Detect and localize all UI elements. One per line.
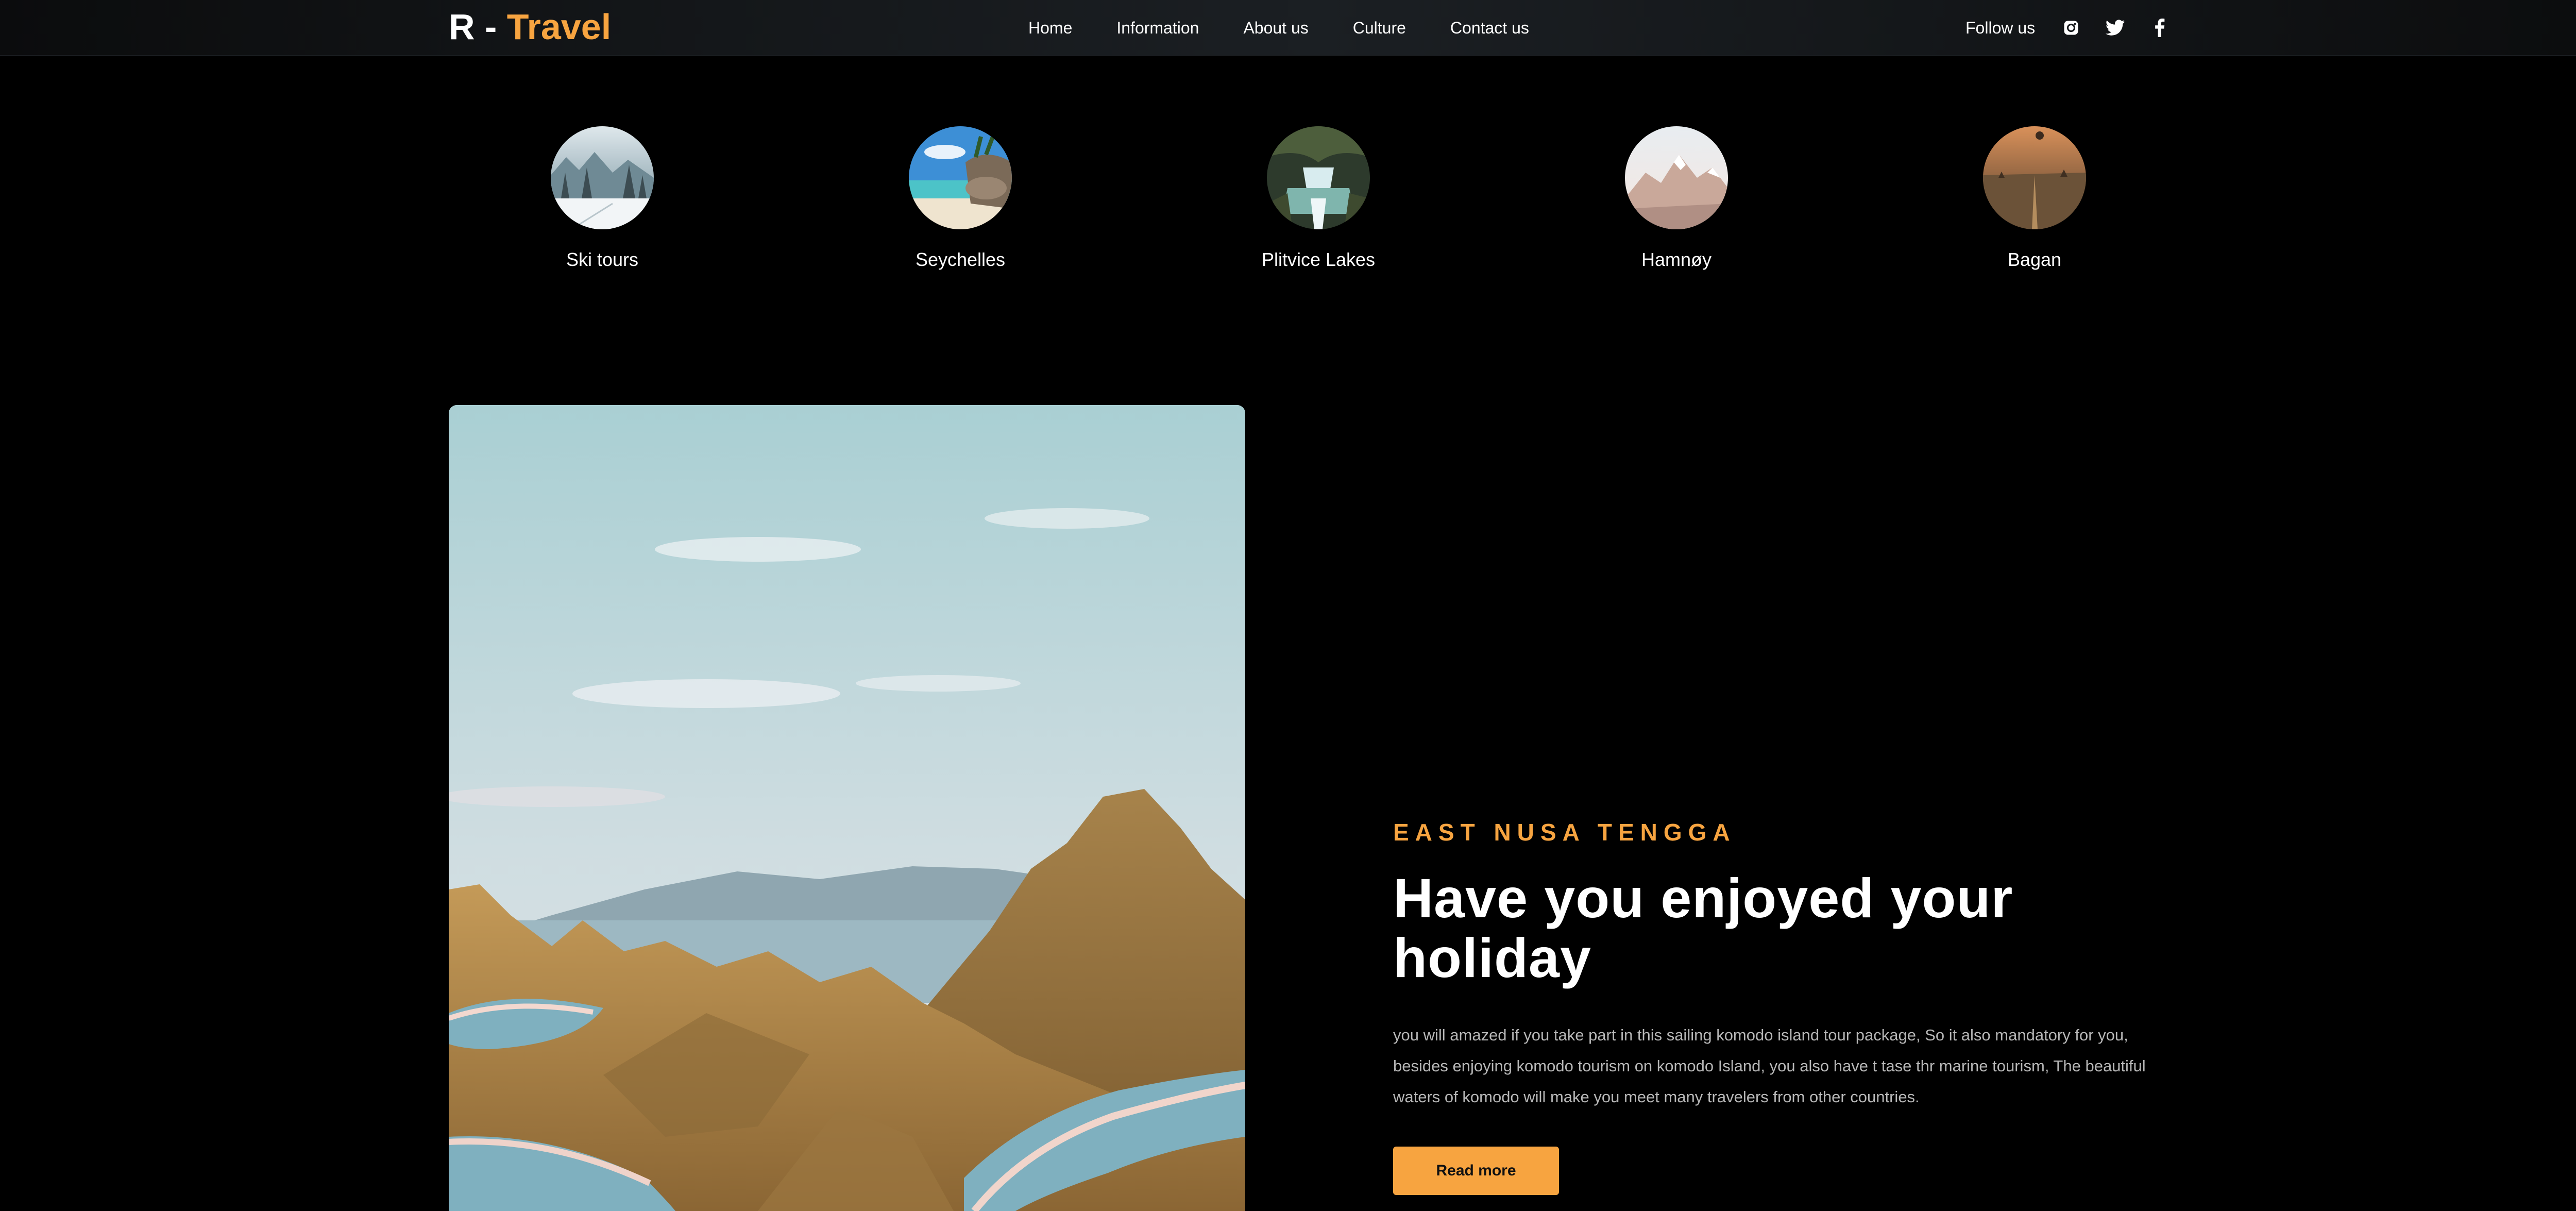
nav-link-about-us[interactable]: About us: [1243, 19, 1308, 38]
hero-headline: Have you enjoyed your holiday: [1393, 867, 2013, 989]
nav-link-home[interactable]: Home: [1028, 19, 1072, 38]
follow-us: Follow us: [1965, 0, 2170, 56]
destination-ski-tours[interactable]: Ski tours: [520, 126, 685, 271]
logo-accent: Travel: [506, 7, 612, 47]
hero-body: you will amazed if you take part in this…: [1393, 1026, 2146, 1106]
site-logo[interactable]: R - Travel: [449, 6, 611, 47]
hero-image: [449, 405, 1245, 1211]
seychelles-image: [909, 126, 1012, 229]
main-nav: Home Information About us Culture Contac…: [1028, 0, 1529, 56]
hero-text: EAST NUSA TENGGA Have you enjoyed your h…: [1393, 817, 2176, 1195]
twitter-icon[interactable]: [2105, 18, 2126, 38]
destination-label: Hamnøy: [1641, 249, 1712, 270]
destination-seychelles[interactable]: Seychelles: [878, 126, 1043, 271]
hamnoy-image: [1625, 126, 1728, 229]
follow-us-label: Follow us: [1965, 18, 2036, 37]
read-more-button[interactable]: Read more: [1393, 1147, 1559, 1195]
destination-label: Bagan: [2007, 249, 2062, 270]
nav-link-culture[interactable]: Culture: [1353, 19, 1406, 38]
ski-tours-image: [551, 126, 654, 229]
destination-label: Seychelles: [915, 249, 1006, 270]
bagan-image: [1983, 126, 2086, 229]
destination-bagan[interactable]: Bagan: [1952, 126, 2117, 271]
navbar: R - Travel Home Information About us Cul…: [0, 0, 2576, 56]
facebook-icon[interactable]: [2149, 18, 2170, 38]
logo-prefix: R -: [449, 7, 507, 47]
destinations-row: Ski tours Seychelles Plitvice Lakes Hamn…: [0, 126, 2576, 281]
instagram-icon[interactable]: [2061, 18, 2081, 38]
nav-link-contact-us[interactable]: Contact us: [1450, 19, 1529, 38]
nav-link-information[interactable]: Information: [1116, 19, 1199, 38]
hero-eyebrow: EAST NUSA TENGGA: [1393, 819, 1736, 846]
plitvice-lakes-image: [1267, 126, 1370, 229]
destination-label: Plitvice Lakes: [1261, 249, 1376, 270]
destination-hamnoy[interactable]: Hamnøy: [1594, 126, 1759, 271]
destination-label: Ski tours: [566, 249, 639, 270]
destination-plitvice-lakes[interactable]: Plitvice Lakes: [1236, 126, 1401, 271]
